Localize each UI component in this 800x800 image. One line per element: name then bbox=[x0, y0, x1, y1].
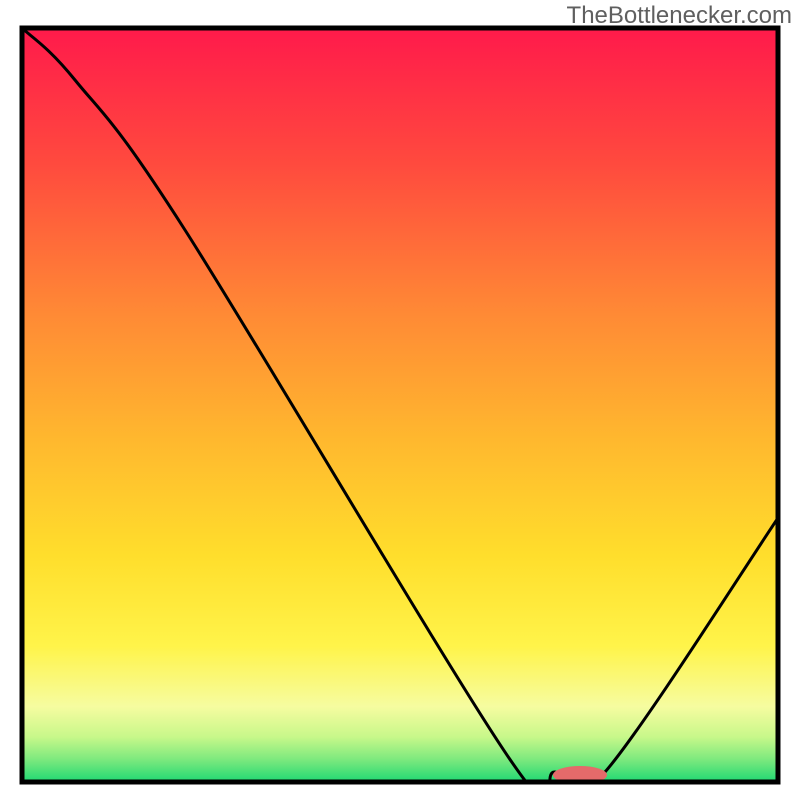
plot-background bbox=[22, 28, 778, 782]
bottleneck-plot bbox=[0, 0, 800, 800]
chart-stage: TheBottlenecker.com bbox=[0, 0, 800, 800]
